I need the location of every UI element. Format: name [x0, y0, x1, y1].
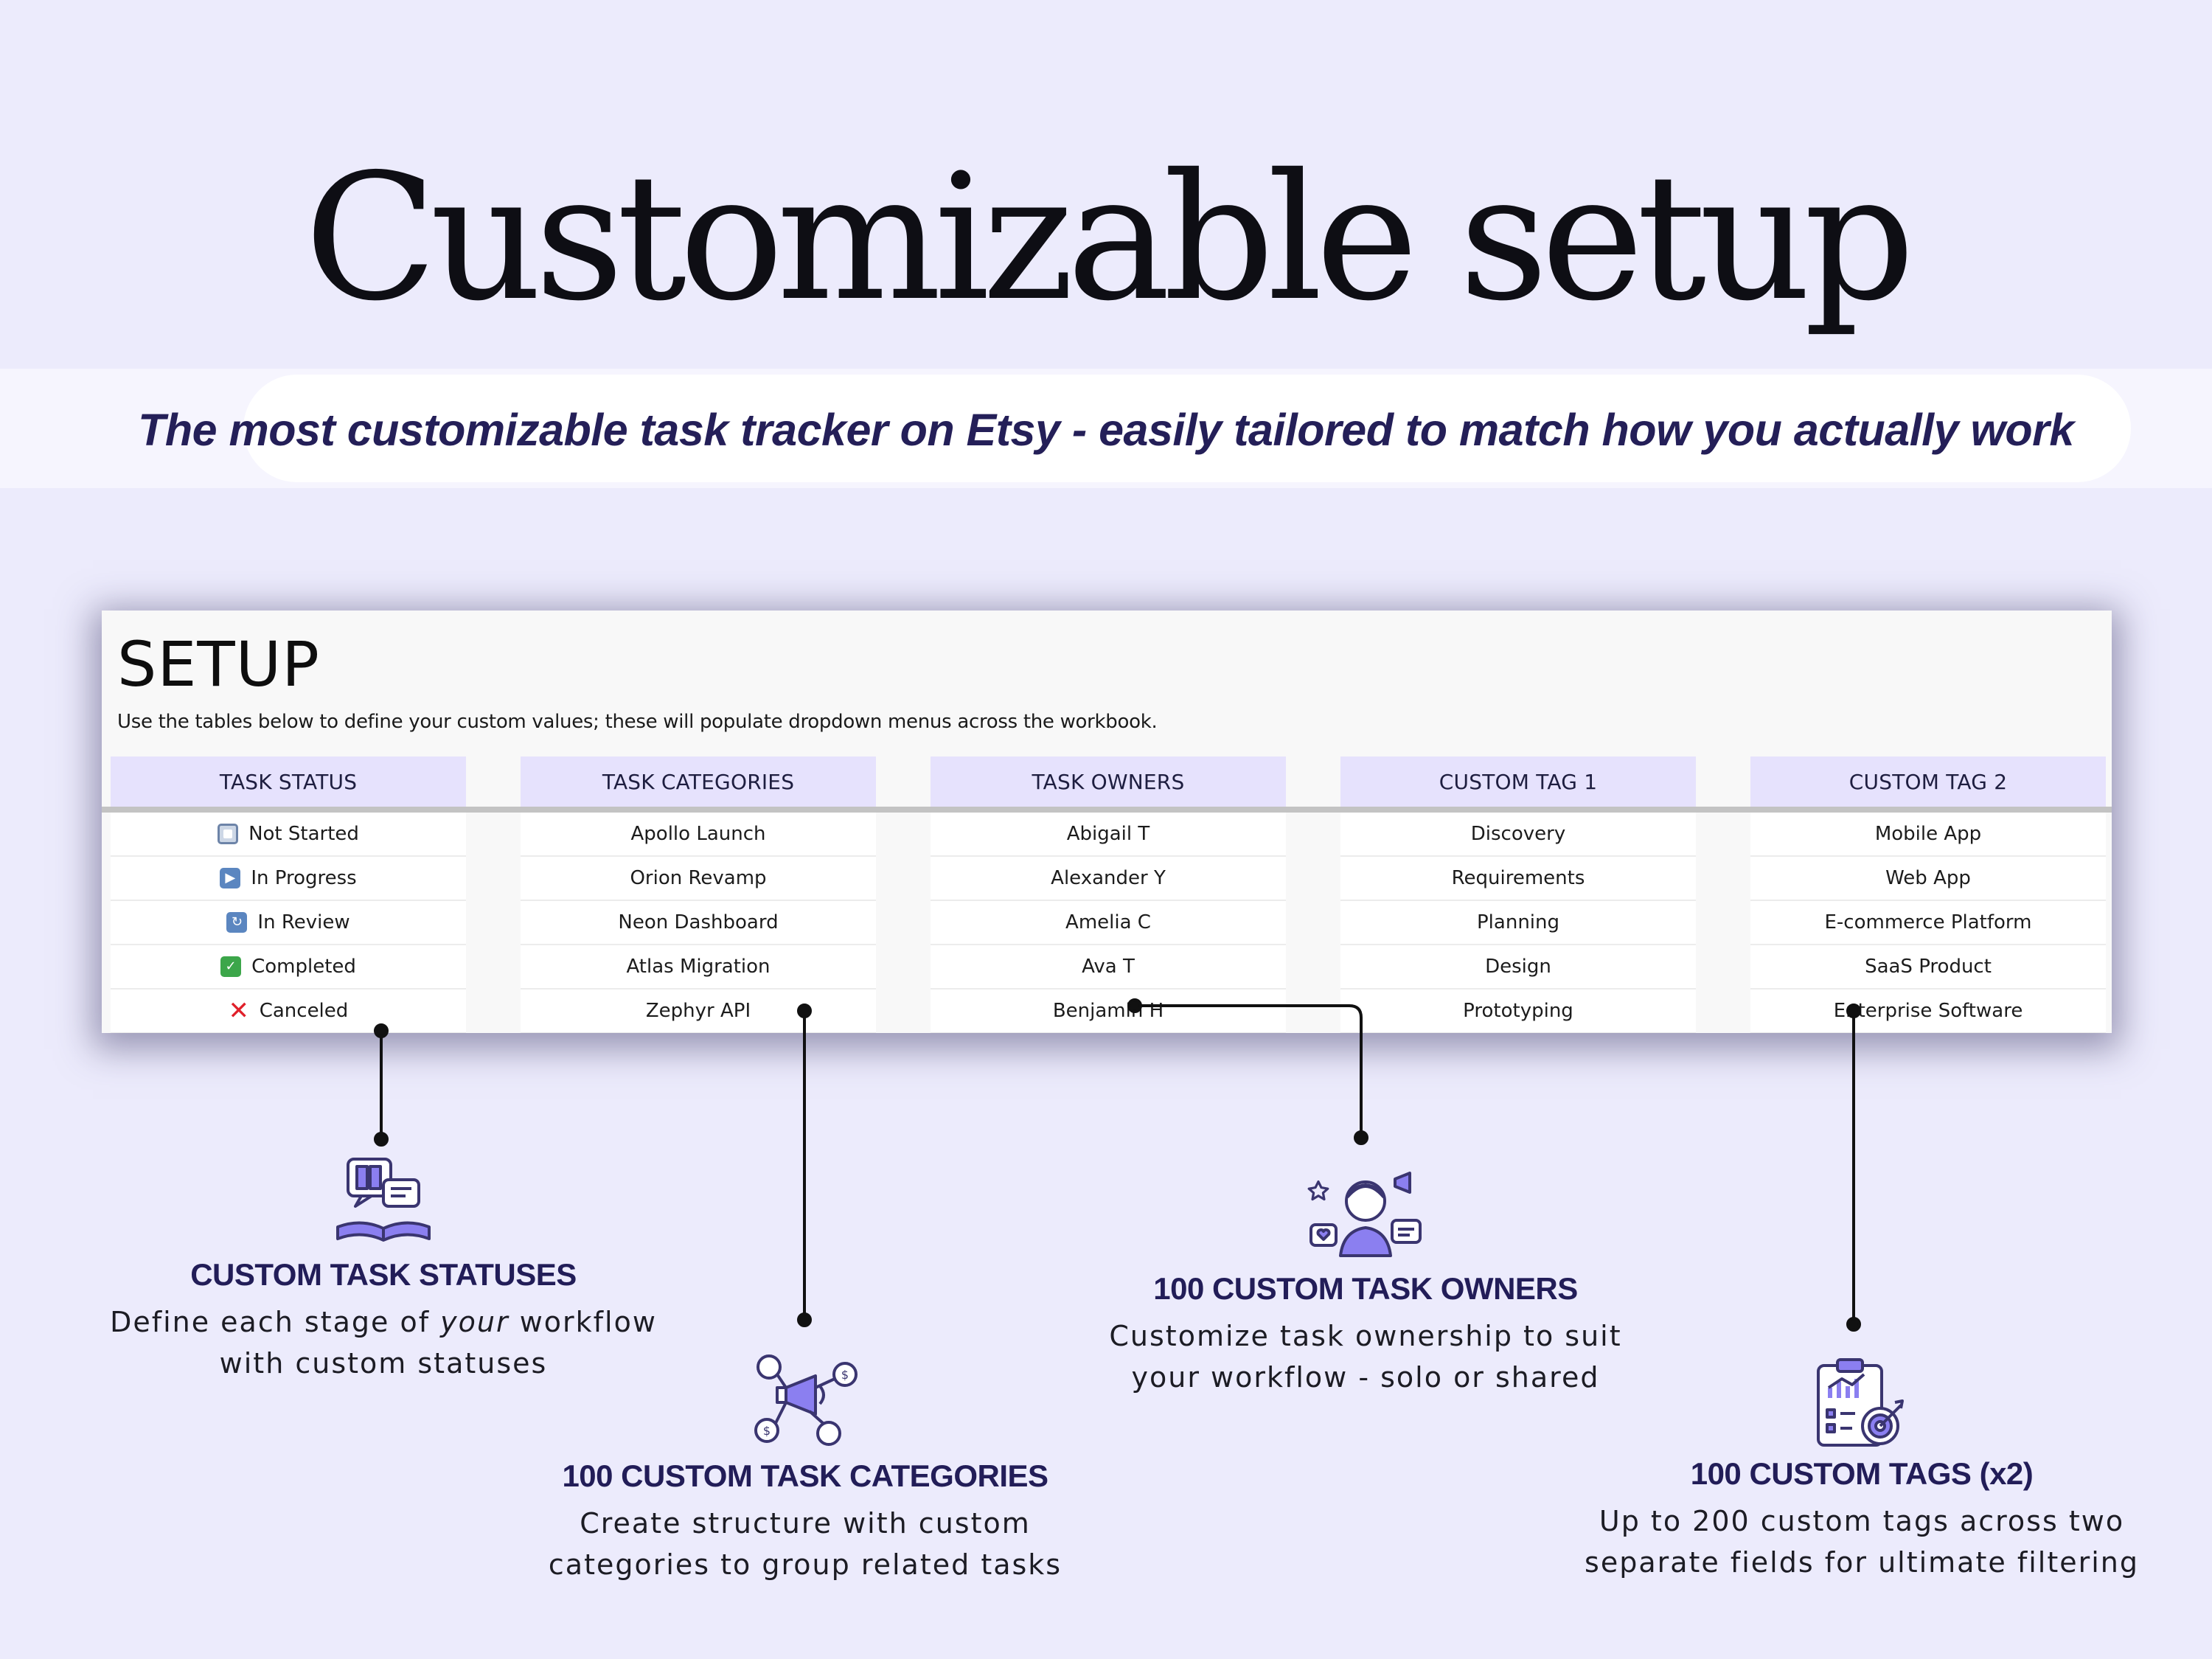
custom-tag-2-column: CUSTOM TAG 2 Mobile App Web App E-commer…	[1750, 757, 2106, 1033]
book-chat-icon	[336, 1158, 431, 1242]
sheet-description: Use the tables below to define your cust…	[117, 711, 1158, 733]
table-cell[interactable]: Abigail T	[931, 813, 1286, 857]
column-header: TASK CATEGORIES	[521, 757, 876, 807]
feature-custom-tags: 100 CUSTOM TAGS (x2) Up to 200 custom ta…	[1537, 1456, 2186, 1583]
table-cell[interactable]: Atlas Migration	[521, 945, 876, 990]
cell-label: In Review	[257, 911, 350, 933]
feature-custom-categories: 100 CUSTOM TASK CATEGORIES Create struct…	[481, 1458, 1130, 1585]
cross-icon: ✕	[228, 996, 249, 1026]
table-cell[interactable]: ↻ In Review	[111, 901, 466, 945]
feature-description: Create structure with custom categories t…	[548, 1507, 1062, 1581]
feature-custom-owners: 100 CUSTOM TASK OWNERS Customize task ow…	[1041, 1271, 1690, 1398]
column-header: TASK OWNERS	[931, 757, 1286, 807]
feature-description: Customize task ownership to suit your wor…	[1109, 1320, 1622, 1394]
cell-label: Completed	[251, 956, 356, 978]
table-cell[interactable]: Benjamin H	[931, 990, 1286, 1033]
person-social-icon	[1307, 1172, 1422, 1257]
tagline: The most customizable task tracker on Et…	[138, 405, 2074, 455]
table-cell[interactable]: Requirements	[1340, 857, 1696, 901]
custom-tag-1-column: CUSTOM TAG 1 Discovery Requirements Plan…	[1340, 757, 1696, 1033]
cell-label: In Progress	[251, 867, 357, 889]
table-cell[interactable]: Not Started	[111, 813, 466, 857]
setup-sheet: SETUP Use the tables below to define you…	[102, 611, 2112, 1033]
table-cell[interactable]: Discovery	[1340, 813, 1696, 857]
megaphone-network-icon: $ $	[754, 1354, 858, 1446]
feature-heading: CUSTOM TASK STATUSES	[190, 1257, 577, 1292]
feature-description: Up to 200 custom tags across two separate…	[1585, 1505, 2139, 1579]
feature-custom-statuses: CUSTOM TASK STATUSES Define each stage o…	[88, 1257, 678, 1384]
task-owners-column: TASK OWNERS Abigail T Alexander Y Amelia…	[931, 757, 1286, 1033]
column-header: CUSTOM TAG 1	[1340, 757, 1696, 807]
feature-description: Define each stage of your workflow with c…	[110, 1306, 657, 1380]
cell-label: Canceled	[259, 1000, 349, 1022]
svg-text:$: $	[841, 1368, 849, 1382]
feature-heading: 100 CUSTOM TASK OWNERS	[1153, 1271, 1578, 1306]
column-header: CUSTOM TAG 2	[1750, 757, 2106, 807]
feature-heading: 100 CUSTOM TAGS (x2)	[1690, 1456, 2034, 1491]
table-cell[interactable]: ▶ In Progress	[111, 857, 466, 901]
table-cell[interactable]: Orion Revamp	[521, 857, 876, 901]
clipboard-target-icon	[1817, 1358, 1904, 1447]
table-cell[interactable]: Ava T	[931, 945, 1286, 990]
task-status-column: TASK STATUS Not Started ▶ In Progress ↻ In…	[111, 757, 466, 1033]
task-categories-column: TASK CATEGORIES Apollo Launch Orion Reva…	[521, 757, 876, 1033]
not-started-icon	[218, 824, 239, 844]
sheet-title: SETUP	[117, 628, 320, 700]
table-cell[interactable]: Alexander Y	[931, 857, 1286, 901]
table-cell[interactable]: Mobile App	[1750, 813, 2106, 857]
table-cell[interactable]: ✓ Completed	[111, 945, 466, 990]
feature-heading: 100 CUSTOM TASK CATEGORIES	[562, 1458, 1048, 1493]
table-cell[interactable]: Planning	[1340, 901, 1696, 945]
repeat-icon: ↻	[226, 912, 248, 933]
table-cell[interactable]: Prototyping	[1340, 990, 1696, 1033]
check-icon: ✓	[220, 956, 242, 977]
table-cell[interactable]: Design	[1340, 945, 1696, 990]
table-cell[interactable]: Apollo Launch	[521, 813, 876, 857]
table-cell[interactable]: Web App	[1750, 857, 2106, 901]
table-cell[interactable]: Amelia C	[931, 901, 1286, 945]
table-cell[interactable]: Neon Dashboard	[521, 901, 876, 945]
page-title: Customizable setup	[304, 136, 1916, 339]
svg-text:$: $	[763, 1424, 771, 1438]
cell-label: Not Started	[248, 823, 359, 845]
table-cell[interactable]: ✕ Canceled	[111, 990, 466, 1033]
play-icon: ▶	[220, 868, 241, 888]
table-cell[interactable]: Zephyr API	[521, 990, 876, 1033]
table-cell[interactable]: SaaS Product	[1750, 945, 2106, 990]
column-header: TASK STATUS	[111, 757, 466, 807]
table-cell[interactable]: Enterprise Software	[1750, 990, 2106, 1033]
table-cell[interactable]: E-commerce Platform	[1750, 901, 2106, 945]
